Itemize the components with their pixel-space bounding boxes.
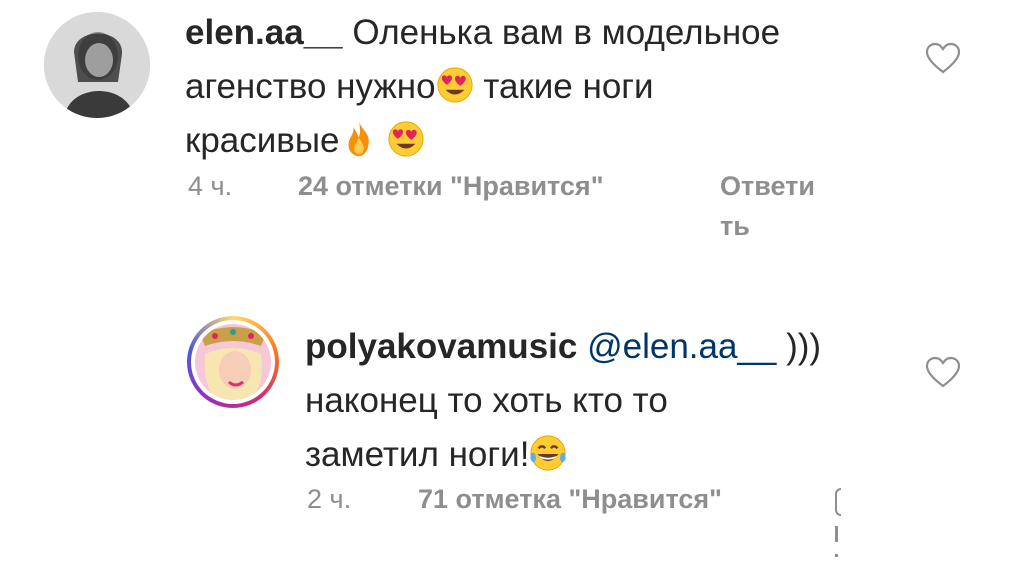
avatar-photo xyxy=(195,324,271,400)
reply-label: Ответи xyxy=(720,171,815,201)
reply-label-fragment xyxy=(835,488,841,516)
comment-body-line: наконец то хоть кто то xyxy=(305,381,668,420)
comment-body-line: Оленька вам в модельное xyxy=(352,13,781,52)
comment-body-line: ))) xyxy=(776,327,822,366)
comment-time: 4 ч. xyxy=(188,171,233,201)
comment-body-line: красивые xyxy=(185,121,340,160)
comment-body-line: такие ноги xyxy=(473,67,654,106)
comment-body-line: агенство нужно xyxy=(185,67,436,106)
heart-eyes-emoji xyxy=(437,67,473,103)
comment-text: elen.aa__ Оленька вам в модельное агенст… xyxy=(185,6,905,168)
mention-link[interactable]: @elen.aa__ xyxy=(587,327,776,366)
reply-label-fragment xyxy=(835,554,838,557)
avatar[interactable] xyxy=(187,316,279,408)
comment-body-line: заметил ноги! xyxy=(305,435,530,474)
tears-of-joy-emoji xyxy=(530,435,567,471)
heart-eyes-emoji xyxy=(388,121,424,157)
likes-count-link[interactable]: 24 отметки "Нравится" xyxy=(298,171,604,202)
reply-label-fragment xyxy=(835,526,838,542)
likes-count-link[interactable]: 71 отметка "Нравится" xyxy=(418,484,722,515)
comment-username[interactable]: polyakovamusic xyxy=(305,327,577,366)
reply-button[interactable]: Ответи ть xyxy=(720,166,815,246)
comment-text: polyakovamusic @elen.aa__ ))) наконец то… xyxy=(305,320,905,482)
reply-label: ть xyxy=(720,211,750,241)
reply-button-truncated[interactable] xyxy=(833,486,841,576)
avatar[interactable] xyxy=(44,12,150,118)
comment-username[interactable]: elen.aa__ xyxy=(185,13,343,52)
avatar-photo xyxy=(44,12,150,118)
heart-outline-icon[interactable] xyxy=(925,42,961,74)
fire-emoji xyxy=(348,121,369,157)
comment-time: 2 ч. xyxy=(307,484,352,514)
heart-outline-icon[interactable] xyxy=(925,356,961,388)
